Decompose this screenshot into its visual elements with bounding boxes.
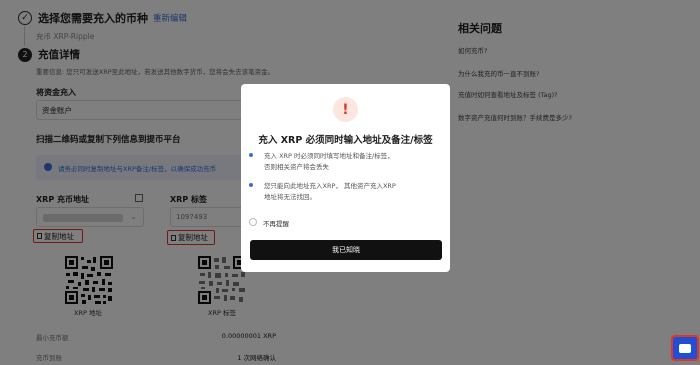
bullet-icon [249,183,253,187]
bullet1-line2: 否则相关资产将会丢失 [264,163,329,171]
modal-title: 充入 XRP 必须同时输入地址及备注/标签 [258,135,433,146]
bullet2-line1: 您只能向此地址充入XRP， 其他资产充入XRP [264,182,396,190]
bullet-icon [249,153,253,157]
chat-support-button[interactable] [671,335,699,361]
modal-bullet-1: 充入 XRP 时必须同时填写地址和备注/标签， 否则相关资产将会丢失 [264,151,394,173]
dont-remind-checkbox[interactable] [249,218,257,226]
dont-remind-label[interactable]: 不再提醒 [263,218,289,228]
confirm-button[interactable]: 我已知晓 [250,240,442,260]
warning-icon: ! [333,97,358,122]
modal-bullet-2: 您只能向此地址充入XRP， 其他资产充入XRP 地址将无法找回。 [264,181,396,203]
bullet1-line1: 充入 XRP 时必须同时填写地址和备注/标签， [264,152,394,160]
bullet2-line2: 地址将无法找回。 [264,193,316,201]
warning-modal: ! 充入 XRP 必须同时输入地址及备注/标签 充入 XRP 时必须同时填写地址… [241,84,450,272]
chat-icon [679,343,691,353]
